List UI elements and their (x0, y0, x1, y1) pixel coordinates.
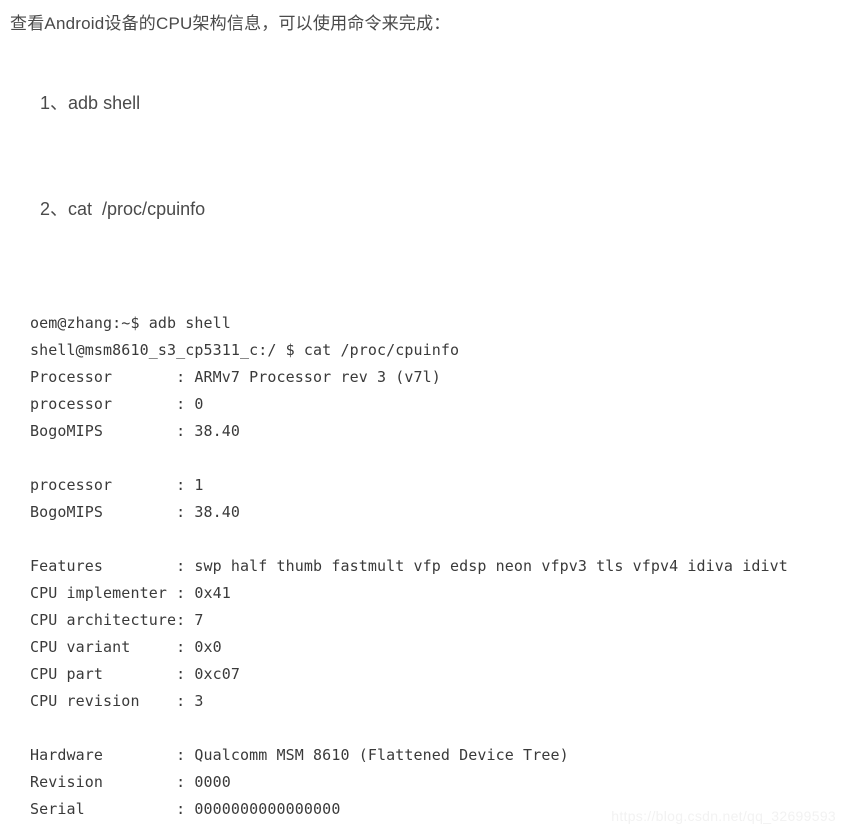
list-item: 2、cat /proc/cpuinfo (10, 170, 834, 248)
terminal-line: BogoMIPS : 38.40 (30, 503, 241, 521)
article-body: 查看Android设备的CPU架构信息，可以使用命令来完成： 1、adb she… (0, 0, 844, 248)
terminal-line: Revision : 0000 (30, 773, 231, 791)
command-step-list: 1、adb shell 2、cat /proc/cpuinfo (10, 64, 834, 248)
intro-paragraph: 查看Android设备的CPU架构信息，可以使用命令来完成： (10, 14, 451, 33)
terminal-line: CPU variant : 0x0 (30, 638, 222, 656)
step-number: 2、 (40, 199, 69, 219)
terminal-line: processor : 1 (30, 476, 204, 494)
step-number: 1、 (40, 93, 69, 113)
terminal-line: CPU part : 0xc07 (30, 665, 241, 683)
page-root: { "article": { "intro": "查看Android设备的CPU… (0, 0, 844, 830)
terminal-line: oem@zhang:~$ adb shell (30, 314, 231, 332)
step-command: cat /proc/cpuinfo (68, 199, 206, 219)
blog-watermark: https://blog.csdn.net/qq_32699593 (611, 808, 836, 824)
terminal-line: shell@msm8610_s3_cp5311_c:/ $ cat /proc/… (30, 341, 460, 359)
terminal-line: Processor : ARMv7 Processor rev 3 (v7l) (30, 368, 441, 386)
list-item: 1、adb shell (10, 64, 834, 142)
terminal-line: Features : swp half thumb fastmult vfp e… (30, 557, 788, 575)
step-command: adb shell (68, 93, 141, 113)
terminal-transcript: oem@zhang:~$ adb shell shell@msm8610_s3_… (30, 310, 844, 823)
terminal-line: CPU revision : 3 (30, 692, 204, 710)
terminal-line: CPU implementer : 0x41 (30, 584, 231, 602)
terminal-line: CPU architecture: 7 (30, 611, 204, 629)
terminal-line: Hardware : Qualcomm MSM 8610 (Flattened … (30, 746, 569, 764)
terminal-line: BogoMIPS : 38.40 (30, 422, 241, 440)
terminal-line: processor : 0 (30, 395, 204, 413)
